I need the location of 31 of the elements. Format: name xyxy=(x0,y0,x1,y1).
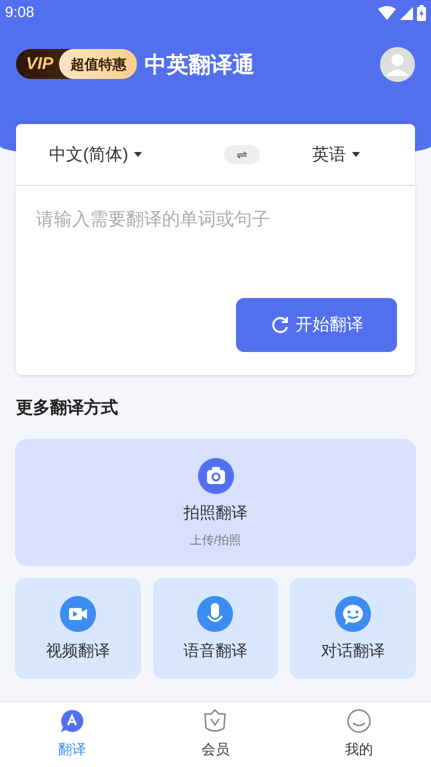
target-language-dropdown[interactable]: 英语 xyxy=(312,142,360,168)
smiley-icon xyxy=(347,709,372,733)
tab[interactable]: 会员 xyxy=(144,702,288,767)
vip-badge[interactable]: VIP 超值特惠 xyxy=(16,49,138,79)
shield-icon xyxy=(203,709,228,733)
battery-icon xyxy=(417,5,426,21)
app-title: 中英翻译通 xyxy=(144,50,254,78)
start-translate-button[interactable]: 开始翻译 xyxy=(236,298,397,352)
status-time: 9:08 xyxy=(5,2,34,23)
tab[interactable]: 我的 xyxy=(287,702,431,767)
video-camera-icon xyxy=(60,596,96,632)
signal-icon xyxy=(400,6,413,20)
translate-mode-card[interactable]: 对话翻译 xyxy=(290,578,416,678)
camera-icon xyxy=(198,458,234,494)
text-input-field[interactable]: 请输入需要翻译的单词或句子 开始翻译 xyxy=(16,186,415,375)
caret-icon xyxy=(352,152,360,157)
microphone-icon xyxy=(197,596,234,632)
photo-translate-card[interactable]: 拍照翻译 上传/拍照 xyxy=(15,438,416,566)
translate-bubble-icon xyxy=(60,709,84,733)
promo-label: 超值特惠 xyxy=(59,49,138,79)
section-heading: 更多翻译方式 xyxy=(16,397,119,419)
source-language-dropdown[interactable]: 中文(简体) xyxy=(49,142,142,168)
caret-icon xyxy=(134,152,142,157)
swap-button[interactable]: ⇌ xyxy=(224,145,260,164)
translate-mode-card[interactable]: 语音翻译 xyxy=(152,578,278,678)
chat-face-icon xyxy=(335,596,372,632)
avatar-icon[interactable] xyxy=(380,46,415,82)
refresh-icon xyxy=(270,315,290,335)
caption: 上传/拍照 xyxy=(190,532,242,548)
translate-mode-card[interactable]: 视频翻译 xyxy=(15,578,141,678)
wifi-icon xyxy=(378,6,396,20)
